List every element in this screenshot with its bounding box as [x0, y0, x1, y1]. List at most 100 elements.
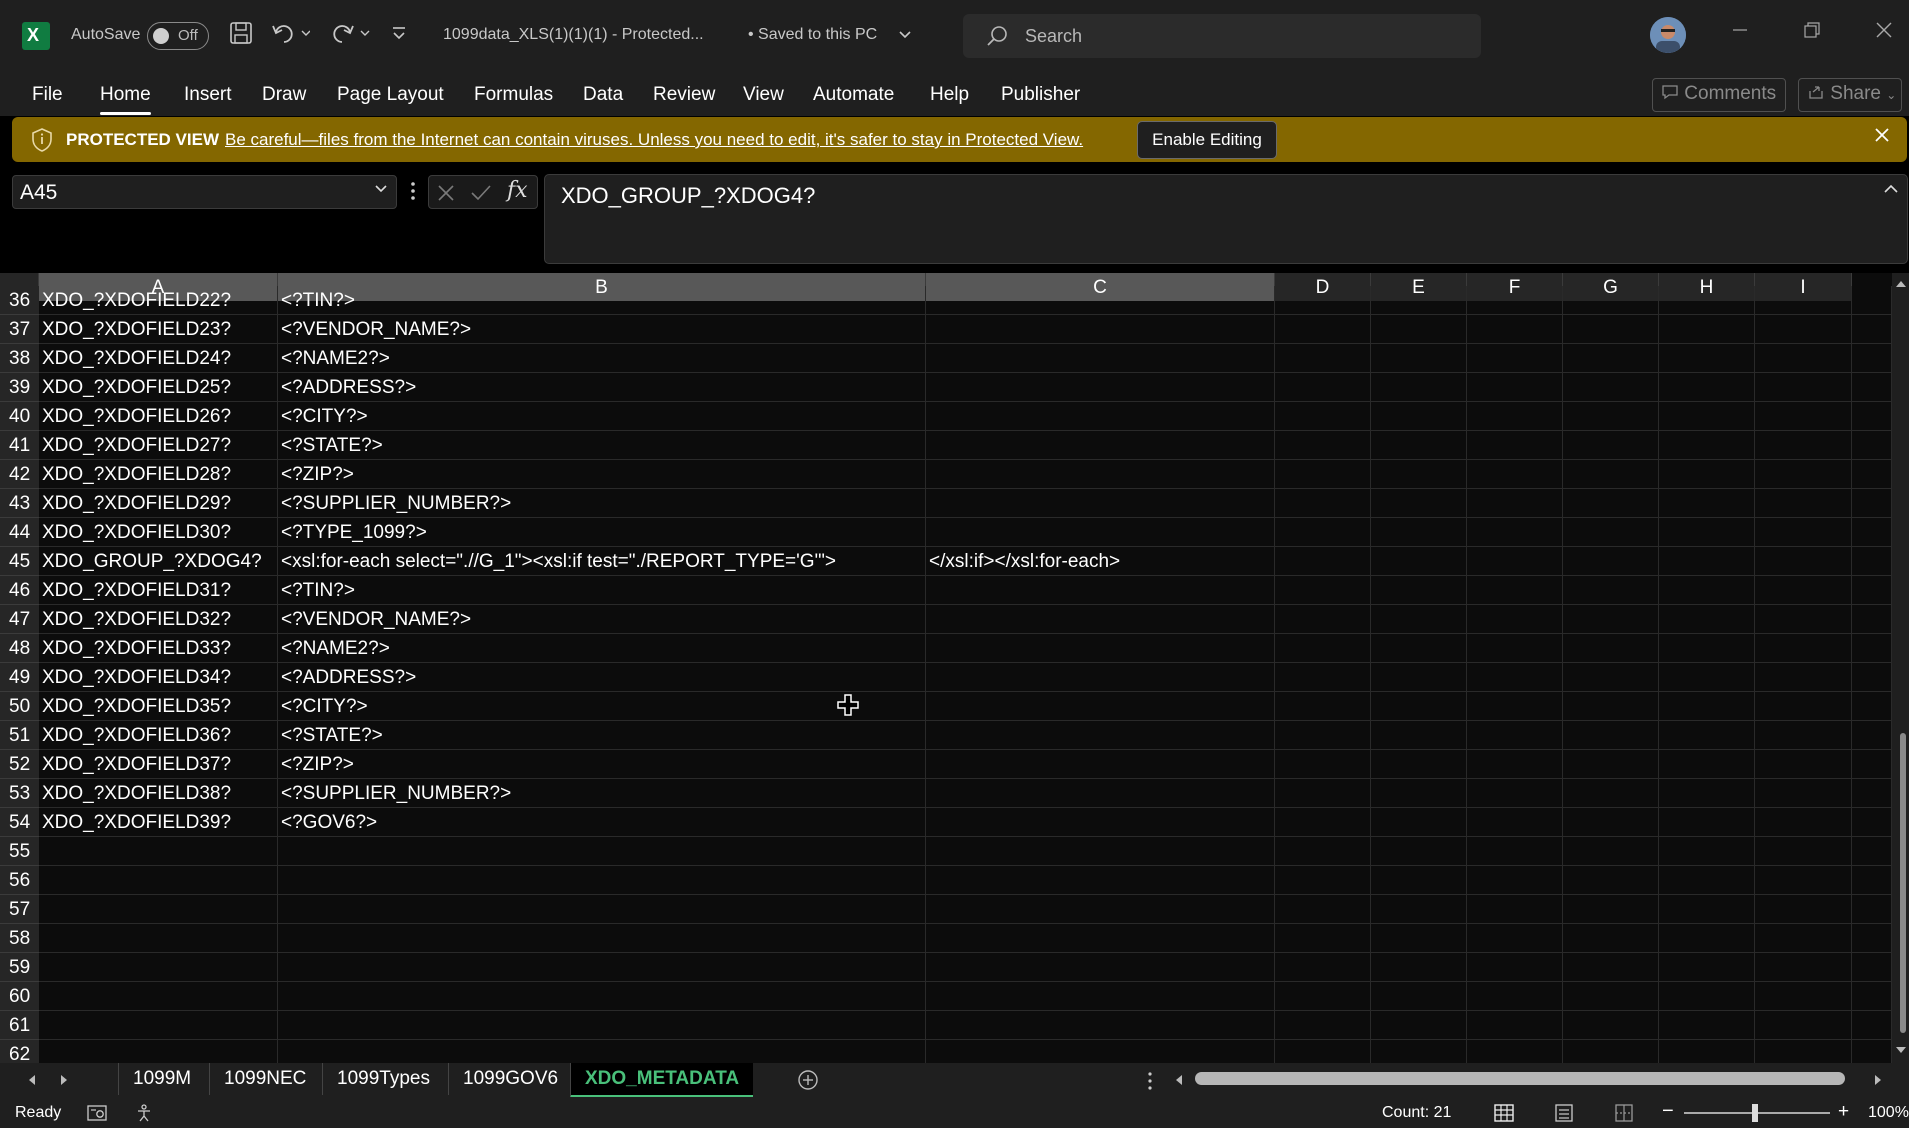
- empty-cell[interactable]: [1467, 750, 1563, 779]
- empty-cell[interactable]: [1563, 460, 1659, 489]
- cell-c[interactable]: [926, 518, 1275, 547]
- row-header[interactable]: 42: [0, 460, 39, 489]
- cell-b[interactable]: <?STATE?>: [278, 431, 926, 460]
- empty-cell[interactable]: [1275, 460, 1371, 489]
- accessibility-icon[interactable]: [134, 1103, 156, 1123]
- cell-c[interactable]: [926, 953, 1275, 982]
- empty-cell[interactable]: [1371, 373, 1467, 402]
- empty-cell[interactable]: [1755, 895, 1852, 924]
- empty-cell[interactable]: [1275, 605, 1371, 634]
- empty-cell[interactable]: [1852, 837, 1892, 866]
- empty-cell[interactable]: [1371, 866, 1467, 895]
- empty-cell[interactable]: [1659, 605, 1755, 634]
- horizontal-scroll-thumb[interactable]: [1195, 1072, 1845, 1085]
- close-icon[interactable]: [1873, 124, 1891, 150]
- tab-page-layout[interactable]: Page Layout: [337, 84, 444, 106]
- row-header[interactable]: 39: [0, 373, 39, 402]
- empty-cell[interactable]: [1659, 721, 1755, 750]
- empty-cell[interactable]: [1275, 286, 1371, 315]
- empty-cell[interactable]: [1659, 692, 1755, 721]
- empty-cell[interactable]: [1563, 866, 1659, 895]
- empty-cell[interactable]: [1371, 924, 1467, 953]
- empty-cell[interactable]: [1371, 1011, 1467, 1040]
- empty-cell[interactable]: [1852, 605, 1892, 634]
- empty-cell[interactable]: [1755, 692, 1852, 721]
- cell-a[interactable]: XDO_?XDOFIELD39?: [39, 808, 278, 837]
- avatar[interactable]: [1650, 17, 1686, 53]
- cell-a[interactable]: XDO_?XDOFIELD23?: [39, 315, 278, 344]
- cell-c[interactable]: [926, 663, 1275, 692]
- cell-b[interactable]: [278, 1011, 926, 1040]
- cell-a[interactable]: [39, 924, 278, 953]
- cell-c[interactable]: [926, 1011, 1275, 1040]
- cell-a[interactable]: XDO_?XDOFIELD34?: [39, 663, 278, 692]
- save-icon[interactable]: [228, 20, 254, 52]
- empty-cell[interactable]: [1371, 721, 1467, 750]
- empty-cell[interactable]: [1852, 808, 1892, 837]
- row-header[interactable]: 38: [0, 344, 39, 373]
- empty-cell[interactable]: [1467, 953, 1563, 982]
- empty-cell[interactable]: [1755, 663, 1852, 692]
- empty-cell[interactable]: [1467, 605, 1563, 634]
- sheet-tab-xdo-metadata[interactable]: XDO_METADATA: [570, 1063, 754, 1098]
- row-header[interactable]: 53: [0, 779, 39, 808]
- row-header[interactable]: 40: [0, 402, 39, 431]
- empty-cell[interactable]: [1563, 489, 1659, 518]
- cell-a[interactable]: [39, 953, 278, 982]
- row-header[interactable]: 49: [0, 663, 39, 692]
- cell-c[interactable]: [926, 315, 1275, 344]
- empty-cell[interactable]: [1467, 837, 1563, 866]
- empty-cell[interactable]: [1275, 518, 1371, 547]
- cell-a[interactable]: [39, 1040, 278, 1063]
- cell-c[interactable]: [926, 692, 1275, 721]
- empty-cell[interactable]: [1275, 1011, 1371, 1040]
- empty-cell[interactable]: [1755, 402, 1852, 431]
- tab-draw[interactable]: Draw: [262, 84, 306, 106]
- add-sheet-icon[interactable]: [797, 1069, 819, 1091]
- prev-sheet-icon[interactable]: [26, 1073, 38, 1087]
- comments-button[interactable]: Comments: [1652, 78, 1786, 112]
- cell-a[interactable]: XDO_?XDOFIELD37?: [39, 750, 278, 779]
- empty-cell[interactable]: [1755, 286, 1852, 315]
- empty-cell[interactable]: [1755, 1040, 1852, 1063]
- cell-c[interactable]: [926, 344, 1275, 373]
- cell-b[interactable]: [278, 953, 926, 982]
- tab-view[interactable]: View: [743, 84, 784, 106]
- empty-cell[interactable]: [1371, 344, 1467, 373]
- empty-cell[interactable]: [1659, 924, 1755, 953]
- cell-b[interactable]: <?CITY?>: [278, 402, 926, 431]
- cell-b[interactable]: [278, 982, 926, 1011]
- share-button[interactable]: Share ⌄: [1798, 78, 1902, 112]
- row-header[interactable]: 36: [0, 286, 39, 315]
- empty-cell[interactable]: [1467, 460, 1563, 489]
- empty-cell[interactable]: [1659, 489, 1755, 518]
- empty-cell[interactable]: [1371, 431, 1467, 460]
- empty-cell[interactable]: [1755, 808, 1852, 837]
- empty-cell[interactable]: [1467, 721, 1563, 750]
- vertical-scroll-thumb[interactable]: [1900, 733, 1906, 1033]
- empty-cell[interactable]: [1659, 1040, 1755, 1063]
- empty-cell[interactable]: [1852, 286, 1892, 315]
- tab-publisher[interactable]: Publisher: [1001, 84, 1080, 106]
- empty-cell[interactable]: [1755, 634, 1852, 663]
- empty-cell[interactable]: [1275, 866, 1371, 895]
- empty-cell[interactable]: [1371, 402, 1467, 431]
- cell-b[interactable]: <?ZIP?>: [278, 750, 926, 779]
- page-break-view-icon[interactable]: [1613, 1103, 1635, 1123]
- empty-cell[interactable]: [1467, 402, 1563, 431]
- scroll-right-icon[interactable]: [1872, 1073, 1884, 1087]
- restore-icon[interactable]: [1802, 20, 1822, 46]
- empty-cell[interactable]: [1371, 837, 1467, 866]
- empty-cell[interactable]: [1755, 518, 1852, 547]
- empty-cell[interactable]: [1563, 286, 1659, 315]
- page-layout-view-icon[interactable]: [1553, 1103, 1575, 1123]
- check-icon[interactable]: [469, 182, 493, 204]
- empty-cell[interactable]: [1563, 344, 1659, 373]
- formula-input[interactable]: XDO_GROUP_?XDOG4?: [544, 174, 1908, 264]
- sheet-tab-1099types[interactable]: 1099Types: [322, 1063, 444, 1095]
- cell-b[interactable]: <?NAME2?>: [278, 634, 926, 663]
- cell-a[interactable]: XDO_?XDOFIELD25?: [39, 373, 278, 402]
- cell-a[interactable]: XDO_?XDOFIELD27?: [39, 431, 278, 460]
- cell-b[interactable]: <?ZIP?>: [278, 460, 926, 489]
- row-header[interactable]: 57: [0, 895, 39, 924]
